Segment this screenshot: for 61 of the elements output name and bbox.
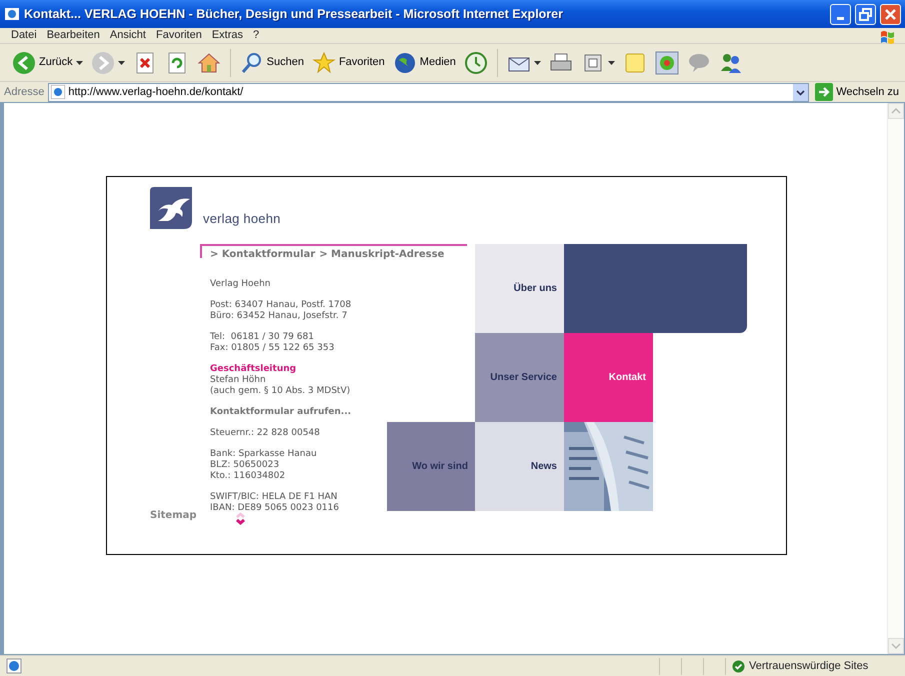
minimize-icon	[837, 16, 844, 20]
info-line: Verlag Hoehn	[210, 279, 271, 290]
menu-item[interactable]: Datei	[6, 27, 42, 44]
globe-icon	[392, 50, 417, 74]
menu-item[interactable]: Ansicht	[104, 27, 151, 44]
minimize-button[interactable]	[830, 4, 851, 24]
breadcrumb-link[interactable]: > Manuskript-Adresse	[319, 246, 444, 262]
info-line: Steuernr.: 22 828 00548	[210, 428, 320, 439]
window-title: Kontakt... VERLAG HOEHN - Bücher, Design und Pressearbeit - Microsoft Internet Explorer	[24, 6, 564, 23]
go-button[interactable]: Wechseln zu	[813, 83, 901, 101]
contact-form-link[interactable]: Kontaktformular aufrufen...	[210, 407, 352, 418]
menu-item[interactable]: Extras	[206, 27, 248, 44]
home-icon	[196, 50, 221, 74]
info-line: Tel: 06181 / 30 79 681	[210, 332, 314, 343]
menu-item[interactable]: Favoriten	[150, 27, 207, 44]
back-button[interactable]: Zurück	[10, 50, 85, 74]
logo-text: verlag hoehn	[203, 210, 281, 228]
caret-icon	[534, 60, 541, 64]
caret-icon	[76, 60, 83, 64]
restore-button[interactable]	[855, 4, 876, 24]
address-label: Adresse	[4, 84, 44, 100]
info-line: Bank: Sparkasse Hanau	[210, 449, 317, 460]
logo-icon	[150, 187, 192, 229]
info-line: Stefan Höhn	[210, 375, 266, 386]
page-icon	[4, 6, 20, 22]
search-button[interactable]: Suchen	[238, 50, 306, 74]
nav-tile[interactable]: Über uns	[475, 244, 564, 333]
address-bar-field[interactable]: http://www.verlag-hoehn.de/kontakt/	[48, 82, 810, 102]
info-line: (auch gem. § 10 Abs. 3 MDStV)	[210, 386, 350, 397]
restore-icon	[859, 8, 872, 20]
info-line: Büro: 63452 Hanau, Josefstr. 7	[210, 311, 348, 322]
sitemap-link[interactable]: Sitemap	[150, 508, 197, 523]
menu-item[interactable]: Bearbeiten	[42, 27, 105, 44]
caret-icon	[118, 60, 125, 64]
info-line: BLZ: 50650023	[210, 460, 280, 471]
breadcrumb-link[interactable]: > Kontaktformular	[210, 246, 316, 262]
nav-tile[interactable]: Unser Service	[475, 333, 564, 422]
nav-tile[interactable]: Kontakt	[564, 333, 653, 422]
info-line: Post: 63407 Hanau, Postf. 1708	[210, 300, 352, 311]
clock-icon	[464, 50, 488, 74]
search-icon	[240, 50, 264, 74]
info-line: SWIFT/BIC: HELA DE F1 HAN	[210, 492, 338, 503]
note-icon	[622, 50, 647, 74]
check-icon	[732, 660, 745, 672]
info-line: IBAN: DE89 5065 0023 0116	[210, 503, 339, 514]
close-icon	[885, 8, 896, 20]
caret-icon	[608, 60, 615, 64]
page-icon	[6, 658, 22, 674]
nav-tile[interactable]: News	[475, 422, 564, 511]
security-zone-text: Vertrauenswürdige Sites	[749, 658, 868, 674]
info-line: Kto.: 116034802	[210, 471, 286, 482]
menu-item[interactable]: ?	[248, 27, 264, 44]
page-icon	[51, 85, 66, 99]
flower-button[interactable]	[652, 50, 681, 74]
section-heading: Geschäftsleitung	[210, 364, 296, 375]
star-icon	[312, 50, 336, 74]
close-button[interactable]	[880, 4, 901, 24]
favorites-button[interactable]: Favoriten	[310, 50, 387, 74]
chevron-icon[interactable]	[234, 511, 246, 526]
media-button[interactable]: Medien	[390, 50, 458, 74]
info-line: Fax: 01805 / 55 122 65 353	[210, 343, 334, 354]
